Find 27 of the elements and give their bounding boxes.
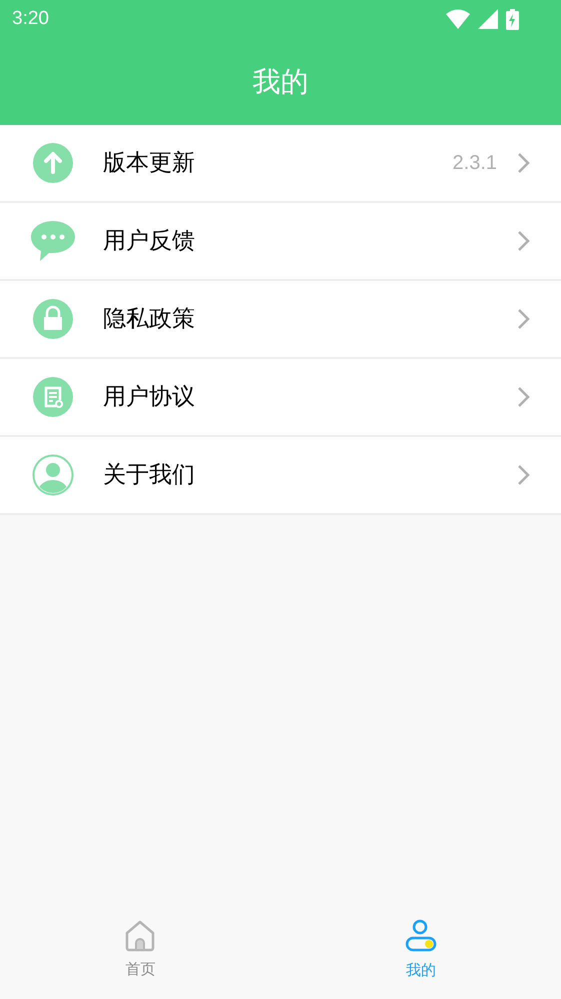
wifi-icon bbox=[446, 9, 470, 29]
menu-row[interactable]: 版本更新 2.3.1 bbox=[0, 125, 561, 203]
chevron-right-icon bbox=[517, 152, 531, 174]
document-icon bbox=[32, 376, 74, 418]
menu-label: 用户反馈 bbox=[103, 226, 195, 256]
menu-label: 用户协议 bbox=[103, 382, 195, 412]
chat-bubble-icon bbox=[30, 219, 76, 263]
status-time: 3:20 bbox=[12, 6, 49, 31]
battery-icon bbox=[506, 8, 519, 30]
chevron-right-icon bbox=[517, 230, 531, 252]
person-toggle-icon bbox=[404, 918, 437, 953]
user-icon bbox=[32, 454, 74, 496]
signal-icon bbox=[478, 9, 498, 29]
page-title: 我的 bbox=[252, 64, 308, 100]
menu-row[interactable]: 隐私政策 bbox=[0, 281, 561, 359]
menu-label: 版本更新 bbox=[103, 148, 195, 178]
lock-icon bbox=[32, 298, 74, 340]
chevron-right-icon bbox=[517, 308, 531, 330]
chevron-right-icon bbox=[517, 386, 531, 408]
version-text: 2.3.1 bbox=[452, 151, 497, 176]
menu-row[interactable]: 用户反馈 bbox=[0, 203, 561, 281]
menu-row[interactable]: 用户协议 bbox=[0, 359, 561, 437]
chevron-right-icon bbox=[517, 464, 531, 486]
menu-row[interactable]: 关于我们 bbox=[0, 437, 561, 515]
menu-label: 隐私政策 bbox=[103, 304, 195, 334]
menu-label: 关于我们 bbox=[103, 460, 195, 490]
house-icon bbox=[125, 920, 156, 952]
